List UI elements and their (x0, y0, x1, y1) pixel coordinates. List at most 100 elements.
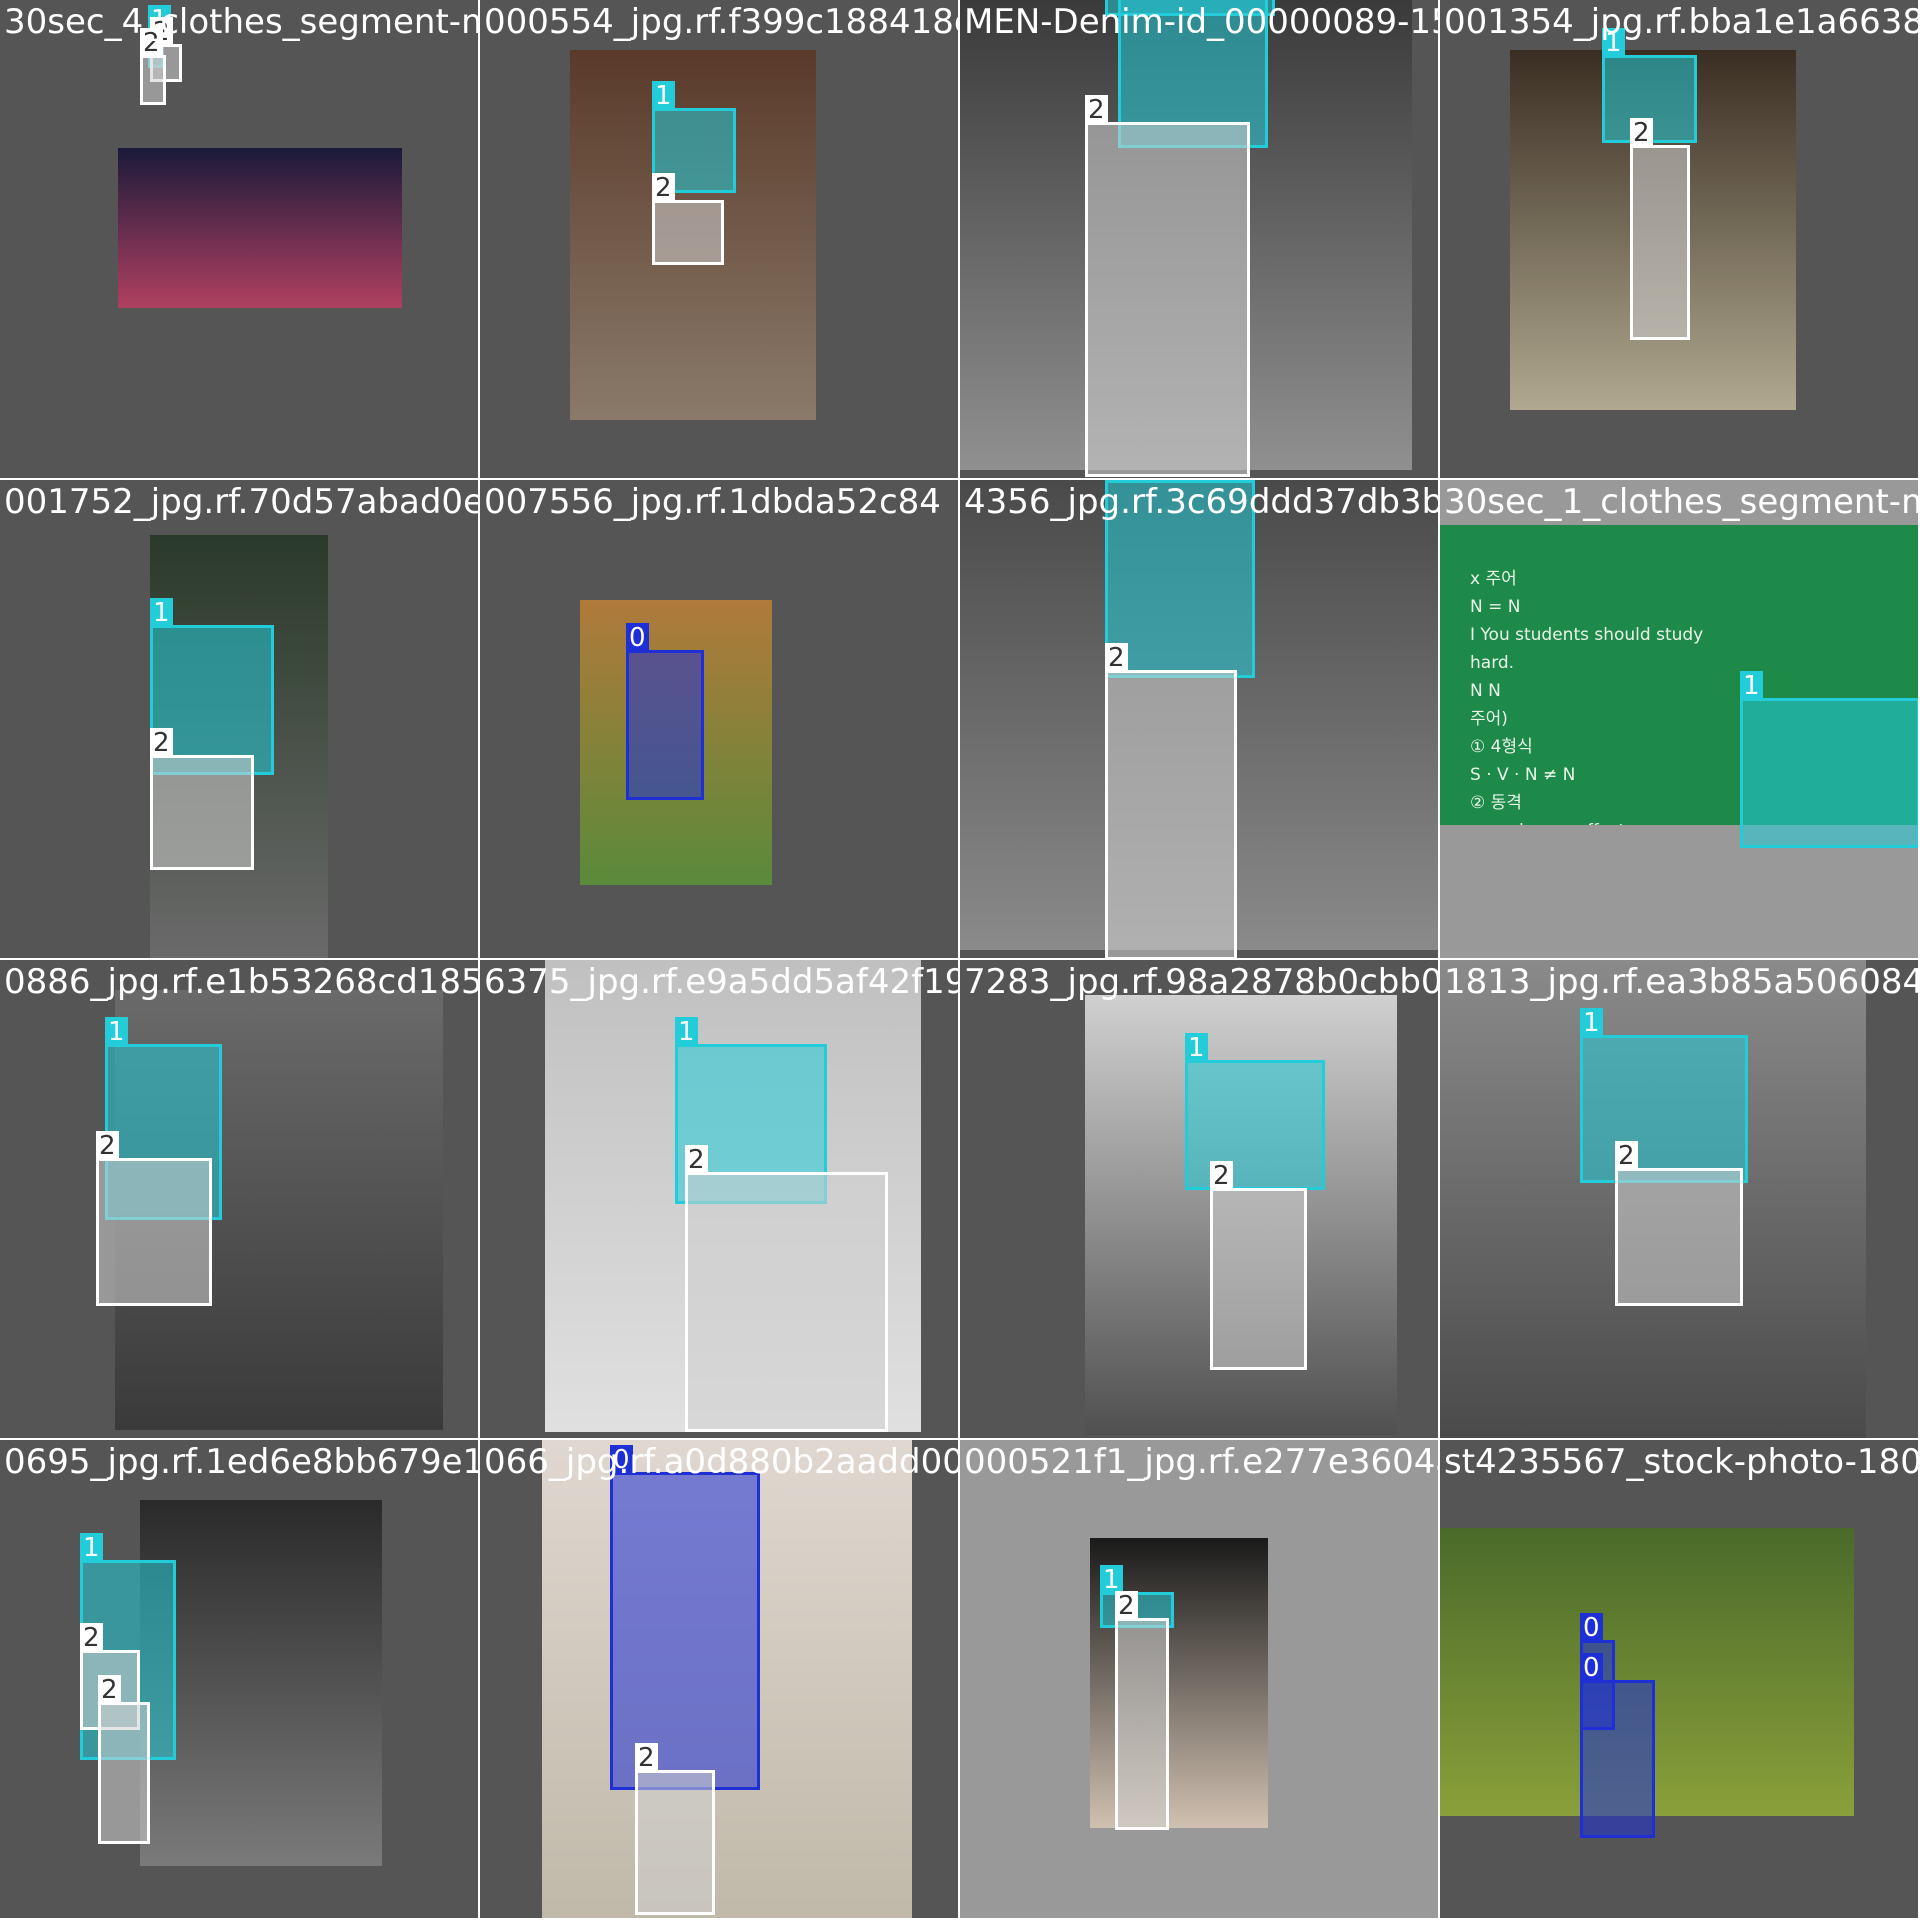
tile-1: 1 2 000554_jpg.rf.f399c188418e47e96b (480, 0, 960, 480)
class-label: 1 (1580, 1008, 1603, 1038)
tile-0: 12230sec_4_clothes_segment-mp4_654_jpg.r… (0, 0, 480, 480)
segmentation-mask (629, 653, 701, 797)
bbox-class-2: 2 (685, 1145, 888, 1432)
class-label: 2 (652, 173, 675, 203)
class-label: 2 (1085, 95, 1108, 125)
tile-filename: 001752_jpg.rf.70d57abad0e0ef5a61f781408 … (4, 482, 478, 522)
segmentation-mask (688, 1175, 885, 1429)
tile-filename: 4356_jpg.rf.3c69ddd37db3ba07e299a5b6c589… (964, 482, 1440, 522)
chalk-line: x 주어 (1470, 569, 1517, 589)
tile-filename: 30sec_4_clothes_segment-mp4_654_jpg.rf.f… (4, 2, 478, 42)
tile-8: 1 2 0886_jpg.rf.e1b53268cd185f6375_jpg.rf.… (0, 960, 480, 1440)
chalk-line: ① 4형식 (1470, 737, 1533, 757)
tile-photo (118, 148, 402, 308)
segmentation-mask (1213, 1191, 1304, 1367)
bbox-class-0: 0 (610, 1445, 760, 1790)
class-label: 2 (1105, 643, 1128, 673)
bbox-class-2: 2 (1115, 1591, 1169, 1830)
bbox-class-2: 2 (150, 728, 254, 870)
tile-filename: 000521f1_jpg.rf.e277e3604aa0 (964, 1442, 1438, 1482)
chalk-line: S · V · N ≠ N (1470, 765, 1576, 785)
class-label: 2 (150, 728, 173, 758)
segmentation-mask (99, 1161, 209, 1303)
chalk-line: ② 동격 (1470, 793, 1522, 813)
chalk-line: I You students should study hard. (1470, 625, 1704, 673)
bbox-class-2: 2 (1615, 1141, 1743, 1306)
tile-filename: 001354_jpg.rf.bba1e1a6638 (1444, 2, 1920, 42)
bbox-class-1: 1 (1185, 1033, 1325, 1190)
tile-12: 1 2 2 0695_jpg.rf.1ed6e8bb679e1f7 (0, 1440, 480, 1920)
tile-filename: 30sec_1_clothes_segment-m (1444, 482, 1920, 522)
class-label: 1 (1185, 1033, 1208, 1063)
class-label: 2 (1615, 1141, 1638, 1171)
chalk-line: greenhouse-effect (1470, 817, 1730, 825)
tile-4: 1 2 001752_jpg.rf.70d57abad0e0ef5a61f78140… (0, 480, 480, 960)
tile-photo (140, 1500, 382, 1866)
class-label: 2 (98, 1675, 121, 1705)
class-label: 1 (652, 81, 675, 111)
tile-13: 02 066_jpg.rf.a0d880b2aadd000521f1_jpg.rf… (480, 1440, 960, 1920)
class-label: 1 (1740, 671, 1763, 701)
tile-11: 1 2 1813_jpg.rf.ea3b85a506084e (1440, 960, 1920, 1440)
bbox-class-2: 2 (1210, 1161, 1307, 1370)
class-label: 2 (1115, 1591, 1138, 1621)
chalkboard-text: x 주어 N = N I You students should study har… (1470, 565, 1730, 825)
class-label: 1 (80, 1533, 103, 1563)
bbox-class-2: 2 (635, 1743, 715, 1915)
tile-15: 0 0 st4235567_stock-photo-1800939587-612 (1440, 1440, 1920, 1920)
tile-filename: 6375_jpg.rf.e9a5dd5af42f197 (484, 962, 960, 1002)
segmentation-mask (1118, 1621, 1166, 1827)
segmentation-mask (1633, 148, 1687, 337)
detection-mosaic: 12230sec_4_clothes_segment-mp4_654_jpg.r… (0, 0, 1920, 1920)
segmentation-mask (1618, 1171, 1740, 1303)
class-label: 2 (635, 1743, 658, 1773)
tile-5: 0 007556_jpg.rf.1dbda52c84 (480, 480, 960, 960)
class-label: 2 (1630, 118, 1653, 148)
tile-14: 12000521f1_jpg.rf.e277e3604aa0 (960, 1440, 1440, 1920)
chalk-line: N N (1470, 681, 1501, 701)
class-label: 2 (96, 1131, 119, 1161)
bbox-class-2: 2 (1085, 95, 1250, 477)
segmentation-mask (655, 203, 721, 262)
chalk-line: 주어) (1470, 709, 1508, 729)
tile-filename: 0886_jpg.rf.e1b53268cd185f6375_jpg.rf.e9… (4, 962, 480, 1002)
bbox-class-1: 1 (1580, 1008, 1748, 1183)
tile-filename: 007556_jpg.rf.1dbda52c84 (484, 482, 941, 522)
tile-6: 124356_jpg.rf.3c69ddd37db3ba07e299a5b6c5… (960, 480, 1440, 960)
bbox-class-0: 0 (626, 623, 704, 800)
class-label: 1 (105, 1017, 128, 1047)
class-label: 1 (150, 598, 173, 628)
bbox-class-2: 2 (1105, 643, 1237, 958)
bbox-class-2: 2 (96, 1131, 212, 1306)
tile-filename: MEN-Denim-id_00000089-15_4_full_jpg.rf.b… (964, 2, 1440, 42)
segmentation-mask (143, 58, 163, 102)
tile-filename: 066_jpg.rf.a0d880b2aadd000521f1_jpg.rf.e… (484, 1442, 960, 1482)
bbox-class-1: 1 (1740, 671, 1918, 848)
bbox-class-2: 2 (98, 1675, 150, 1844)
segmentation-mask (101, 1705, 147, 1841)
segmentation-mask (638, 1773, 712, 1912)
class-label: 2 (1210, 1161, 1233, 1191)
class-label: 2 (685, 1145, 708, 1175)
class-label: 0 (626, 623, 649, 653)
tile-filename: 000554_jpg.rf.f399c188418e47e96b (484, 2, 958, 42)
tile-filename: 7283_jpg.rf.98a2878b0cbb09a1813_jpg.rf.e… (964, 962, 1440, 1002)
tile-2: 112MEN-Denim-id_00000089-15_4_full_jpg.r… (960, 0, 1440, 480)
class-label: 2 (80, 1623, 103, 1653)
tile-filename: 0695_jpg.rf.1ed6e8bb679e1f7 (4, 1442, 480, 1482)
tile-7: x 주어 N = N I You students should study har… (1440, 480, 1920, 960)
chalk-line: N = N (1470, 597, 1521, 617)
bbox-class-2: 2 (140, 28, 166, 105)
segmentation-mask (1743, 701, 1917, 845)
bbox-class-2: 2 (1630, 118, 1690, 340)
segmentation-mask (1108, 673, 1234, 957)
tile-9: 1 2 6375_jpg.rf.e9a5dd5af42f197 (480, 960, 960, 1440)
class-label: 0 (1580, 1613, 1603, 1643)
tile-3: 1 2 001354_jpg.rf.bba1e1a6638 (1440, 0, 1920, 480)
segmentation-mask (1088, 125, 1247, 474)
tile-filename: st4235567_stock-photo-1800939587-612 (1444, 1442, 1920, 1482)
class-label: 0 (1580, 1653, 1603, 1683)
class-label: 1 (675, 1017, 698, 1047)
segmentation-mask (153, 758, 251, 867)
tile-filename: 1813_jpg.rf.ea3b85a506084e (1444, 962, 1920, 1002)
